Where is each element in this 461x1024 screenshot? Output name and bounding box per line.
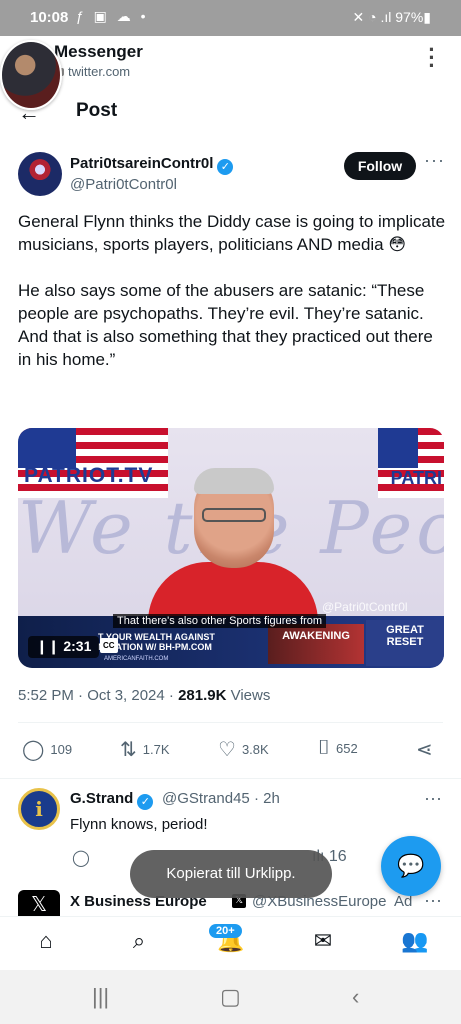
video-watermark: @Patri0tContr0l <box>322 600 408 614</box>
video-awakening-banner: AWAKENING <box>268 624 364 664</box>
reply-text: Flynn knows, period! <box>70 816 208 833</box>
browser-title: Messenger <box>54 42 143 61</box>
home-button-icon[interactable]: ▢ <box>220 984 241 1010</box>
like-action[interactable]: ♡ 3.8K <box>218 737 269 762</box>
author-name[interactable]: Patri0tsareinContr0l <box>70 155 213 172</box>
tweet-meta: 5:52 PM · Oct 3, 2024 · 281.9K Views <box>18 687 270 704</box>
video-caption: That there's also other Sports figures f… <box>113 614 327 628</box>
toast-message: Kopierat till Urklipp. <box>130 850 332 898</box>
heart-icon[interactable]: ♡ <box>218 737 236 762</box>
reply-comment-icon[interactable]: ◯ <box>72 848 90 868</box>
chat-head-avatar[interactable] <box>0 40 62 110</box>
reply-author-name[interactable]: G.Strand ✓ <box>70 790 154 810</box>
views-label: Views <box>226 687 271 704</box>
status-time: 10:08 <box>30 9 69 26</box>
video-brand-right: PATRI <box>390 468 442 488</box>
video-player[interactable]: We the People PATRIOT.TV PATRI T YOUR WE… <box>18 428 444 668</box>
reply-count: 109 <box>50 742 73 757</box>
like-count: 3.8K <box>241 742 269 757</box>
bookmark-action[interactable]: ⌷ 652 <box>318 737 358 760</box>
pause-icon[interactable]: ❙❙ <box>36 638 63 654</box>
follow-button[interactable]: Follow <box>344 152 416 180</box>
share-action[interactable]: ⋖ <box>416 737 433 762</box>
reply-more-icon[interactable]: ··· <box>424 788 442 809</box>
recent-apps-icon[interactable]: ||| <box>92 984 109 1010</box>
views-count: 281.9K <box>178 687 227 704</box>
divider <box>0 778 461 779</box>
reply-icon[interactable]: ◯ <box>22 737 44 762</box>
notification-icons: ƒ ▣ ☁ • <box>76 8 149 24</box>
status-bar: 10:08 ƒ ▣ ☁ • ✕ ◔ .ıl 97%▮ <box>0 0 461 36</box>
video-duration: 2:31 <box>63 638 92 654</box>
url-text: twitter.com <box>68 64 131 79</box>
bookmark-icon[interactable]: ⌷ <box>318 737 330 760</box>
messages-icon[interactable]: ✉ <box>308 928 338 958</box>
reply-avatar[interactable]: i <box>18 788 60 830</box>
compose-reply-button[interactable]: 💬 <box>381 836 441 896</box>
video-ad-url: AMERICANFAITH.COM <box>104 656 169 662</box>
tweet-text: General Flynn thinks the Diddy case is g… <box>18 212 446 369</box>
repost-icon[interactable]: ⇅ <box>120 737 137 762</box>
browser-url: twitter.com <box>56 64 130 79</box>
video-pause-duration[interactable]: ❙❙ 2:31 <box>28 636 100 658</box>
search-icon[interactable]: ⌕ <box>124 928 154 958</box>
communities-icon[interactable]: 👥 <box>400 928 430 958</box>
video-reset-banner: GREAT RESET <box>366 620 444 666</box>
page-title: Post <box>76 100 118 121</box>
author-name-row[interactable]: Patri0tsareinContr0l ✓ <box>70 155 234 175</box>
divider <box>18 722 443 723</box>
reply-handle[interactable]: @GStrand45 · 2h <box>162 790 280 807</box>
repost-action[interactable]: ⇅ 1.7K <box>120 737 170 762</box>
ad-more-icon[interactable]: ··· <box>424 890 442 911</box>
browser-menu-icon[interactable]: · · · <box>422 39 442 77</box>
video-speaker <box>148 468 318 632</box>
home-icon[interactable]: ⌂ <box>31 928 61 958</box>
tweet-timestamp[interactable]: 5:52 PM · Oct 3, 2024 · <box>18 687 178 704</box>
notifications-badge: 20+ <box>209 924 242 938</box>
bookmark-count: 652 <box>336 741 358 756</box>
share-icon[interactable]: ⋖ <box>416 737 433 762</box>
video-brand-left: PATRIOT.TV <box>24 464 154 487</box>
verified-badge-icon: ✓ <box>217 159 234 175</box>
status-right-icons: ✕ ◔ .ıl 97%▮ <box>352 9 431 25</box>
ad-avatar[interactable]: 𝕏 <box>18 890 60 916</box>
repost-count: 1.7K <box>142 742 170 757</box>
author-avatar[interactable] <box>18 152 62 196</box>
closed-captions-icon[interactable]: CC <box>100 638 118 653</box>
reply-action[interactable]: ◯ 109 <box>22 737 72 762</box>
verified-badge-icon: ✓ <box>137 794 154 810</box>
more-options-icon[interactable]: ··· <box>424 150 445 171</box>
author-handle[interactable]: @Patri0tContr0l <box>70 176 177 193</box>
back-button-icon[interactable]: ‹ <box>352 984 359 1010</box>
